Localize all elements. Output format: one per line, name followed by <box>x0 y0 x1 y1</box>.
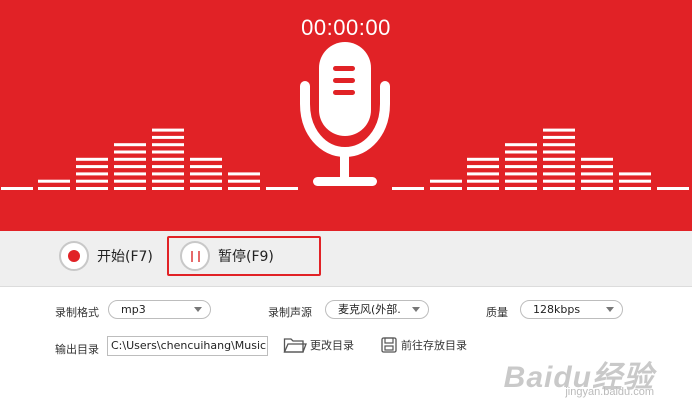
eq-bar-segment <box>266 187 298 190</box>
quality-select[interactable]: 128kbps <box>520 300 623 319</box>
eq-bar-segment <box>190 172 222 176</box>
eq-bar-segment <box>228 179 260 183</box>
format-select-value: mp3 <box>121 303 146 316</box>
eq-bar-segment <box>76 165 108 169</box>
eq-bar-segment <box>543 143 575 147</box>
eq-bar-segment <box>430 179 462 183</box>
eq-bar-segment <box>505 157 537 161</box>
eq-bar-segment <box>152 143 184 147</box>
chevron-down-icon <box>606 307 614 312</box>
format-select[interactable]: mp3 <box>108 300 211 319</box>
eq-bar-segment <box>38 179 70 183</box>
eq-bar-segment <box>152 150 184 154</box>
eq-bar-segment <box>467 187 499 190</box>
chevron-down-icon <box>194 307 202 312</box>
eq-bar-segment <box>190 165 222 169</box>
recording-visualizer-panel: 00:00:00 <box>0 0 692 231</box>
open-dir-button[interactable]: 前往存放目录 <box>380 336 467 354</box>
eq-bar-segment <box>114 179 146 183</box>
eq-bar-segment <box>76 157 108 161</box>
eq-bar-segment <box>467 165 499 169</box>
eq-bar-segment <box>228 172 260 176</box>
eq-bar-segment <box>392 187 424 190</box>
eq-bar-segment <box>505 150 537 154</box>
eq-bar-segment <box>114 187 146 190</box>
folder-icon <box>283 338 307 353</box>
eq-bar-segment <box>581 179 613 183</box>
eq-bar-segment <box>543 128 575 132</box>
eq-bar-segment <box>467 157 499 161</box>
eq-bar-segment <box>505 143 537 147</box>
format-label: 录制格式 <box>55 306 99 319</box>
eq-bar-segment <box>114 150 146 154</box>
eq-bar-segment <box>581 157 613 161</box>
eq-bar-segment <box>152 172 184 176</box>
pause-highlight-box <box>167 236 321 276</box>
record-dot-icon <box>68 250 80 262</box>
open-dir-label: 前往存放目录 <box>401 339 467 352</box>
eq-bar-segment <box>505 172 537 176</box>
eq-bar-segment <box>543 187 575 190</box>
chevron-down-icon <box>412 307 420 312</box>
eq-bar-segment <box>619 172 651 176</box>
source-select-value: 麦克风(外部. <box>338 303 401 316</box>
eq-bar-segment <box>228 187 260 190</box>
eq-bar-segment <box>581 165 613 169</box>
quality-select-value: 128kbps <box>533 303 581 316</box>
eq-bar-segment <box>152 179 184 183</box>
start-button-label: 开始(F7) <box>97 249 153 265</box>
eq-bar-segment <box>581 172 613 176</box>
eq-bar-segment <box>467 172 499 176</box>
eq-bar-segment <box>190 187 222 190</box>
control-bar: 开始(F7) 暂停(F9) <box>0 231 692 287</box>
eq-bar-segment <box>152 135 184 139</box>
eq-bar-segment <box>505 187 537 190</box>
source-label: 录制声源 <box>268 306 312 319</box>
eq-bar-segment <box>657 187 689 190</box>
eq-bar-segment <box>38 187 70 190</box>
eq-bar-segment <box>76 187 108 190</box>
start-button[interactable]: 开始(F7) <box>59 241 153 271</box>
save-icon <box>381 337 397 353</box>
eq-bar-segment <box>619 187 651 190</box>
eq-bar-segment <box>190 157 222 161</box>
eq-bar-segment <box>543 172 575 176</box>
microphone-icon <box>300 42 390 186</box>
eq-bar-segment <box>505 165 537 169</box>
eq-bar-segment <box>543 179 575 183</box>
eq-bar-segment <box>76 172 108 176</box>
change-dir-label: 更改目录 <box>310 339 354 352</box>
baidu-watermark: Baidu经验 jingyan.baidu.com <box>504 352 654 398</box>
output-dir-label: 输出目录 <box>55 343 99 356</box>
eq-bar-segment <box>467 179 499 183</box>
watermark-site: jingyan.baidu.com <box>565 386 654 398</box>
eq-bar-segment <box>543 157 575 161</box>
eq-bar-segment <box>619 179 651 183</box>
eq-bar-segment <box>152 128 184 132</box>
eq-bar-segment <box>114 172 146 176</box>
eq-bar-segment <box>114 143 146 147</box>
source-select[interactable]: 麦克风(外部. <box>325 300 429 319</box>
eq-bar-segment <box>543 165 575 169</box>
eq-bar-segment <box>152 157 184 161</box>
record-button-circle[interactable] <box>59 241 89 271</box>
output-path-field[interactable]: C:\Users\chencuihang\Music <box>107 336 268 356</box>
eq-bar-segment <box>430 187 462 190</box>
eq-bar-segment <box>76 179 108 183</box>
eq-bar-segment <box>114 157 146 161</box>
eq-bar-segment <box>543 135 575 139</box>
eq-bar-segment <box>1 187 33 190</box>
change-dir-button[interactable]: 更改目录 <box>283 336 354 354</box>
eq-bar-segment <box>190 179 222 183</box>
eq-bar-segment <box>581 187 613 190</box>
quality-label: 质量 <box>486 306 508 319</box>
eq-bar-segment <box>505 179 537 183</box>
eq-bar-segment <box>152 165 184 169</box>
eq-bar-segment <box>114 165 146 169</box>
eq-bar-segment <box>152 187 184 190</box>
eq-bar-segment <box>543 150 575 154</box>
